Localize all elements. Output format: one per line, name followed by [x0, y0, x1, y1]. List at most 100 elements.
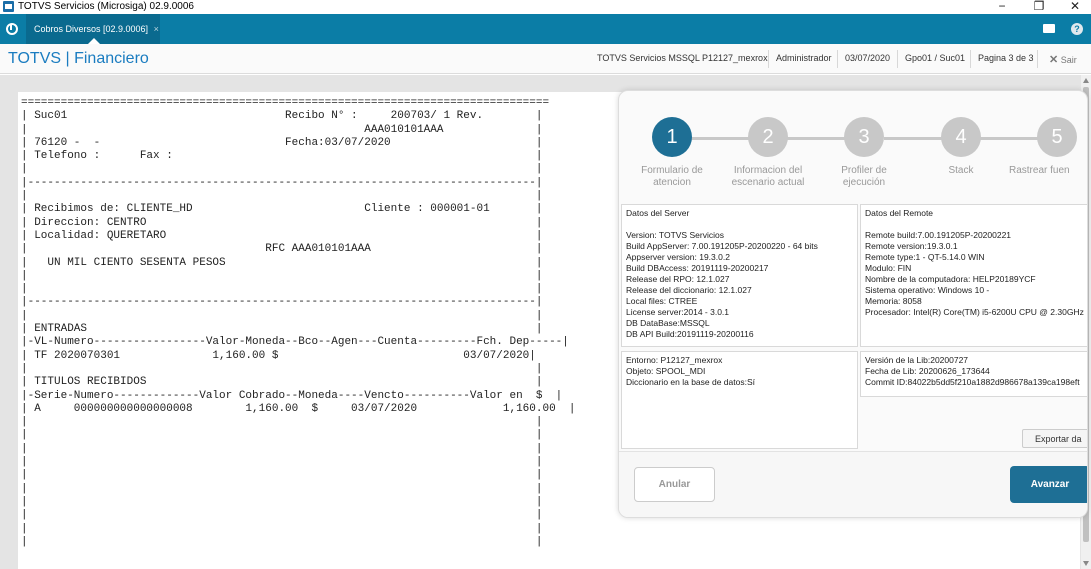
- server-info-line: Release del diccionario: 12.1.027: [626, 285, 752, 295]
- report-line: | TITULOS RECIBIDOS |: [21, 376, 543, 389]
- module-tabbar: Cobros Diversos [02.9.0006] × ?: [0, 14, 1091, 44]
- remote-box-title: Datos del Remote: [865, 208, 934, 218]
- step-connector: [884, 137, 944, 140]
- step-3-label: Profiler de ejecución: [841, 165, 887, 188]
- remote-info-line: Procesador: Intel(R) Core(TM) i5-6200U C…: [865, 307, 1084, 317]
- header-divider: [837, 50, 838, 68]
- report-line: | Suc01 Recibo N° : 200703/ 1 Rev. |: [21, 110, 543, 123]
- report-line: | RFC AAA010101AAA |: [21, 243, 543, 256]
- step-2-circle: 2: [748, 117, 788, 157]
- report-line: ========================================…: [21, 97, 550, 109]
- minimize-button[interactable]: −: [987, 0, 1017, 13]
- lib-info-line: Commit ID:84022b5dd5f210a1882d986678a139…: [865, 377, 1080, 387]
- header-divider: [768, 50, 769, 68]
- report-line: | |: [21, 269, 543, 282]
- report-line: | A 000000000000000008 1,160.00 $ 03/07/…: [21, 402, 576, 415]
- server-info-line: Version: TOTVS Servicios: [626, 230, 724, 240]
- remote-info-line: Remote version:19.3.0.1: [865, 241, 958, 251]
- report-line: |---------------------------------------…: [21, 176, 543, 189]
- lib-info-box: Versión de la Lib:20200727 Fecha de Lib:…: [860, 351, 1087, 397]
- header-divider: [897, 50, 898, 68]
- help-icon[interactable]: ?: [1071, 23, 1083, 35]
- header-divider: [1037, 50, 1038, 68]
- close-window-button[interactable]: ✕: [1060, 0, 1090, 13]
- branch-label: Gpo01 / Suc01: [905, 53, 966, 63]
- report-line: | Recibimos de: CLIENTE_HD Cliente : 000…: [21, 203, 543, 216]
- report-line: | |: [21, 362, 543, 375]
- date-label: 03/07/2020: [845, 53, 891, 63]
- user-label: Administrador: [776, 53, 832, 63]
- tab-label: Cobros Diversos [02.9.0006]: [34, 24, 149, 34]
- page-label: Pagina 3 de 3: [978, 53, 1034, 63]
- remote-info-line: Remote type:1 - QT-5.14.0 WIN: [865, 252, 985, 262]
- remote-info-line: Remote build:7.00.191205P-20200221: [865, 230, 1012, 240]
- report-line: | TF 2020070301 1,160.00 $ 03/07/2020|: [21, 349, 536, 362]
- report-line: | |: [21, 456, 543, 469]
- report-line: | |: [21, 535, 543, 548]
- export-data-button[interactable]: Exportar da: [1022, 429, 1087, 448]
- home-icon[interactable]: [6, 23, 18, 35]
- tab-cobros-diversos[interactable]: Cobros Diversos [02.9.0006] ×: [26, 14, 160, 44]
- app-icon: [3, 1, 14, 12]
- remote-info-line: Memoria: 8058: [865, 296, 922, 306]
- server-info-line: Local files: CTREE: [626, 296, 698, 306]
- remote-info-line: Modulo: FIN: [865, 263, 912, 273]
- remote-info-box: Datos del Remote Remote build:7.00.19120…: [860, 204, 1087, 347]
- report-line: | Direccion: CENTRO |: [21, 216, 543, 229]
- cancel-button[interactable]: Anular: [634, 467, 715, 502]
- server-info-line: Appserver version: 19.3.0.2: [626, 252, 730, 262]
- report-line: | UN MIL CIENTO SESENTA PESOS |: [21, 256, 543, 269]
- step-3-circle: 3: [844, 117, 884, 157]
- step-2-label: Informacion del escenario actual: [731, 165, 805, 188]
- step-5-circle: 5: [1037, 117, 1077, 157]
- report-line: | |: [21, 416, 543, 429]
- environment-info-box: Entorno: P12127_mexrox Objeto: SPOOL_MDI…: [621, 351, 858, 449]
- report-line: | |: [21, 469, 543, 482]
- step-1-circle: 1: [652, 117, 692, 157]
- step-connector: [979, 137, 1039, 140]
- receipt-report: ========================================…: [21, 97, 576, 549]
- report-line: |-VL-Numero-----------------Valor-Moneda…: [21, 336, 569, 349]
- report-line: | ENTRADAS |: [21, 323, 543, 336]
- scroll-up-icon[interactable]: [1083, 78, 1089, 83]
- step-4-label: Stack: [948, 165, 974, 176]
- server-info-line: DB DataBase:MSSQL: [626, 318, 710, 328]
- report-line: | |: [21, 429, 543, 442]
- scroll-down-icon[interactable]: [1083, 561, 1089, 566]
- report-line: |---------------------------------------…: [21, 296, 543, 309]
- report-line: | |: [21, 509, 543, 522]
- remote-info-line: Sistema operativo: Windows 10 -: [865, 285, 990, 295]
- remote-info-line: Nombre de la computadora: HELP20189YCF: [865, 274, 1036, 284]
- app-header: TOTVS | Financiero TOTVS Servicios MSSQL…: [0, 44, 1091, 74]
- report-line: | |: [21, 495, 543, 508]
- server-info-line: DB API Build:20191119-20200116: [626, 329, 754, 339]
- server-info-box: Datos del Server Version: TOTVS Servicio…: [621, 204, 858, 347]
- server-info-line: License server:2014 - 3.0.1: [626, 307, 730, 317]
- environment-label: TOTVS Servicios MSSQL P12127_mexrox: [597, 53, 768, 63]
- header-divider: [970, 50, 971, 68]
- step-4-circle: 4: [941, 117, 981, 157]
- server-info-line: Build DBAccess: 20191119-20200217: [626, 263, 769, 273]
- report-line: | |: [21, 163, 543, 176]
- report-line: | AAA010101AAA |: [21, 123, 543, 136]
- restore-button[interactable]: ❐: [1024, 0, 1054, 13]
- report-line: | 76120 - - Fecha:03/07/2020 |: [21, 136, 543, 149]
- brand-title: TOTVS | Financiero: [8, 50, 149, 67]
- report-line: |-Serie-Numero-------------Valor Cobrado…: [21, 389, 563, 402]
- step-5-label: Rastrear fuen: [1009, 165, 1070, 176]
- report-line: | |: [21, 522, 543, 535]
- report-line: | |: [21, 190, 543, 203]
- next-button[interactable]: Avanzar: [1010, 466, 1087, 503]
- report-line: | Localidad: QUERETARO |: [21, 229, 543, 242]
- environment-info-line: Diccionario en la base de datos:Sí: [626, 377, 755, 387]
- report-line: | |: [21, 482, 543, 495]
- exit-button[interactable]: ✕ Sair: [1049, 53, 1077, 66]
- report-line: | |: [21, 283, 543, 296]
- mail-icon[interactable]: [1043, 24, 1055, 33]
- tab-close-icon[interactable]: ×: [154, 24, 159, 34]
- exit-icon: ✕: [1049, 54, 1059, 66]
- server-info-line: Build AppServer: 7.00.191205P-20200220 -…: [626, 241, 818, 251]
- environment-info-line: Objeto: SPOOL_MDI: [626, 366, 706, 376]
- wizard-footer: Anular Avanzar: [619, 451, 1087, 517]
- step-1-label: Formulario de atencion: [641, 165, 703, 188]
